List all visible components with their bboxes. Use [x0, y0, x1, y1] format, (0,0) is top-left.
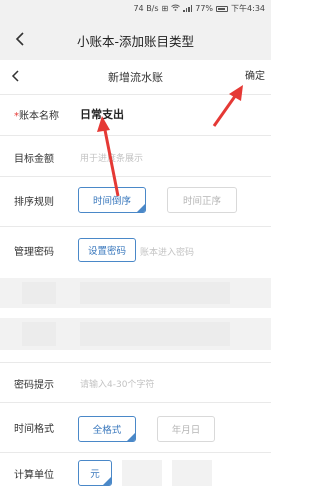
status-icons: 74 B/s ⊞ 77% 下午4:34	[133, 3, 265, 14]
signal-icon	[183, 5, 193, 12]
full-format-option[interactable]: 全格式	[78, 416, 136, 442]
unit-yuan-option[interactable]: 元	[78, 460, 112, 486]
account-name-label: *账本名称	[14, 111, 59, 122]
time-format-row: 时间格式 全格式 年月日	[0, 404, 271, 452]
ymd-format-option[interactable]: 年月日	[157, 416, 215, 442]
target-amount-input[interactable]: 用于进度条展示	[80, 151, 143, 164]
unit-label: 计算单位	[14, 470, 54, 481]
nav-bar: 新增流水账 确定	[0, 60, 271, 94]
target-amount-row: 目标金额 用于进度条展示	[0, 135, 271, 176]
time-format-label: 时间格式	[14, 424, 54, 435]
account-name-field[interactable]: 日常支出	[80, 106, 124, 122]
set-password-button[interactable]: 设置密码	[78, 238, 136, 262]
clock: 下午4:34	[231, 4, 265, 13]
confirm-button[interactable]: 确定	[245, 67, 265, 82]
blurred-label	[22, 322, 56, 346]
target-amount-label: 目标金额	[14, 154, 54, 165]
sort-rule-row: 排序规则 时间倒序 时间正序	[0, 176, 271, 224]
app-bar: 小账本-添加账目类型	[0, 18, 271, 60]
blurred-option	[122, 460, 162, 486]
blurred-field	[80, 282, 230, 304]
blurred-label	[22, 282, 56, 304]
sort-desc-option[interactable]: 时间倒序	[78, 187, 146, 213]
wifi-icon	[171, 4, 181, 13]
blurred-option	[172, 460, 212, 486]
admin-password-row: 管理密码 设置密码 账本进入密码	[0, 226, 271, 274]
app-title: 小账本-添加账目类型	[76, 34, 194, 49]
account-name-row: *账本名称 日常支出	[0, 94, 271, 135]
selected-corner-icon	[127, 433, 135, 441]
blurred-field	[80, 322, 230, 346]
password-hint-row: 密码提示 请输入4-30个字符	[0, 362, 271, 402]
battery-icon	[216, 5, 229, 12]
password-hint-text: 账本进入密码	[140, 248, 195, 258]
password-hint-input[interactable]: 请输入4-30个字符	[80, 377, 154, 390]
sim-icon: ⊞	[161, 4, 169, 13]
battery-percent: 77%	[195, 4, 214, 13]
selected-corner-icon	[137, 204, 145, 212]
admin-password-label: 管理密码	[14, 247, 54, 258]
sort-asc-option[interactable]: 时间正序	[167, 187, 237, 213]
status-bar: 74 B/s ⊞ 77% 下午4:34	[0, 0, 271, 18]
unit-row: 计算单位 元	[0, 452, 271, 498]
divider	[0, 402, 271, 403]
password-hint-label: 密码提示	[14, 380, 54, 391]
page-title: 新增流水账	[108, 71, 163, 84]
selected-corner-icon	[103, 477, 111, 485]
network-speed: 74 B/s	[133, 4, 159, 13]
sort-rule-label: 排序规则	[14, 197, 54, 208]
